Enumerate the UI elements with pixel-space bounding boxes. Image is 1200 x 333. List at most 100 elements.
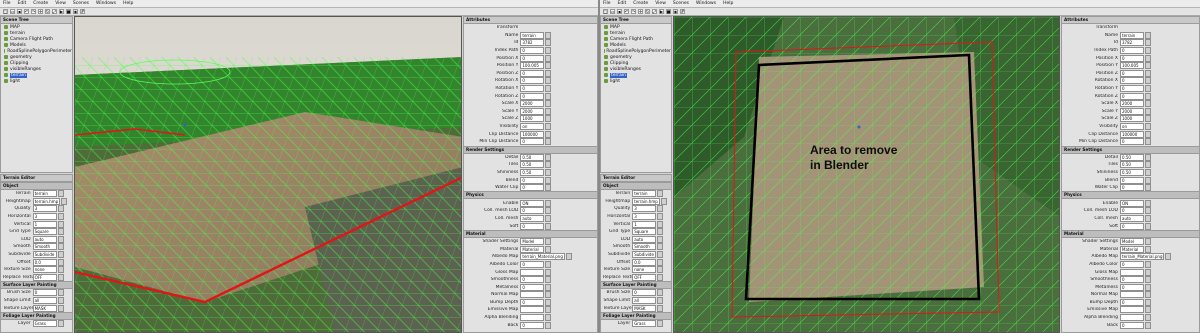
spinner-button[interactable] — [545, 176, 552, 184]
spinner-button[interactable] — [1145, 176, 1151, 184]
spinner-button[interactable] — [545, 238, 552, 246]
property-value-field[interactable]: terrain.hmp — [632, 197, 660, 205]
property-value-field[interactable]: terrain — [32, 190, 57, 198]
property-value-field[interactable]: auto — [632, 235, 657, 243]
grid-toggle-icon[interactable]: # — [80, 9, 85, 14]
spinner-button[interactable] — [545, 153, 552, 161]
spinner-button[interactable] — [57, 320, 64, 328]
rotate-tool-icon[interactable]: ↻ — [645, 9, 650, 14]
spinner-button[interactable] — [57, 213, 64, 221]
property-value-field[interactable]: 0 — [520, 207, 545, 215]
property-value-field[interactable]: 0.0 — [632, 258, 657, 266]
property-value-field[interactable]: 0 — [32, 289, 57, 297]
property-value-field[interactable]: 1 — [32, 220, 57, 228]
spinner-button[interactable] — [657, 320, 664, 328]
property-value-field[interactable]: 0.50 — [520, 153, 545, 161]
property-value-field[interactable]: 2000 — [520, 107, 545, 115]
scene-tree-item[interactable]: light — [601, 78, 671, 84]
property-value-field[interactable] — [1120, 268, 1144, 276]
grid-toggle-icon[interactable]: # — [680, 9, 685, 14]
property-value-field[interactable]: 3 — [632, 205, 657, 213]
tab-transform[interactable]: Transform — [466, 25, 520, 30]
spinner-button[interactable] — [1145, 306, 1151, 314]
spinner-button[interactable] — [545, 321, 552, 329]
open-folder-icon[interactable]: ▭ — [10, 9, 15, 14]
section-header[interactable]: Foliage Layer Painting — [1, 311, 72, 320]
menu-create[interactable]: Create — [633, 1, 648, 6]
camera-tool-icon[interactable]: ◉ — [73, 9, 78, 14]
spinner-button[interactable] — [545, 130, 552, 138]
spinner-button[interactable] — [1145, 321, 1151, 329]
menu-scenes[interactable]: Scenes — [73, 1, 89, 6]
property-value-field[interactable]: Square — [632, 228, 657, 236]
spinner-button[interactable] — [545, 260, 552, 268]
spinner-button[interactable] — [1145, 260, 1151, 268]
spinner-button[interactable] — [545, 47, 552, 55]
play-icon[interactable]: ▶ — [659, 9, 664, 14]
property-value-field[interactable]: 3782 — [520, 39, 545, 47]
property-value-field[interactable] — [520, 291, 545, 299]
spinner-button[interactable] — [57, 235, 64, 243]
property-value-field[interactable]: Subdivide — [32, 251, 57, 259]
scene-tree-item[interactable]: RoadSplinePolygonPerimeter — [1, 48, 72, 54]
property-value-field[interactable]: 0 — [520, 276, 545, 284]
property-value-field[interactable]: 0 — [1120, 176, 1144, 184]
spinner-button[interactable] — [545, 31, 552, 39]
property-value-field[interactable]: 0 — [1120, 184, 1144, 192]
property-value-field[interactable]: 3782 — [1120, 39, 1144, 47]
stop-icon[interactable]: ■ — [66, 9, 71, 14]
spinner-button[interactable] — [1145, 276, 1151, 284]
property-value-field[interactable]: 0 — [1120, 47, 1144, 55]
property-value-field[interactable]: 0.50 — [520, 168, 545, 176]
spinner-button[interactable] — [1145, 153, 1151, 161]
spinner-button[interactable] — [545, 306, 552, 314]
spinner-button[interactable] — [1145, 314, 1151, 322]
section-header[interactable]: Physics — [464, 191, 597, 200]
spinner-button[interactable] — [545, 107, 552, 115]
property-value-field[interactable]: 0.50 — [1120, 153, 1144, 161]
spinner-button[interactable] — [1145, 107, 1151, 115]
spinner-button[interactable] — [545, 39, 552, 47]
spinner-button[interactable] — [1145, 54, 1151, 62]
property-value-field[interactable]: 3 — [32, 205, 57, 213]
property-value-field[interactable]: 100.005 — [520, 62, 545, 70]
property-value-field[interactable]: MASK — [632, 304, 657, 312]
spinner-button[interactable] — [1145, 291, 1151, 299]
spinner-button[interactable] — [1145, 298, 1151, 306]
property-value-field[interactable]: 0 — [520, 283, 545, 291]
spinner-button[interactable] — [657, 304, 664, 312]
spinner-button[interactable] — [1145, 207, 1151, 215]
property-value-field[interactable]: Grass — [632, 320, 657, 328]
property-value-field[interactable]: 0 — [1120, 207, 1144, 215]
spinner-button[interactable] — [545, 184, 552, 192]
property-value-field[interactable]: Smooth — [632, 243, 657, 251]
property-value-field[interactable]: 0 — [520, 85, 545, 93]
property-value-field[interactable] — [520, 306, 545, 314]
property-value-field[interactable]: 0 — [520, 222, 545, 230]
spinner-button[interactable] — [1145, 47, 1151, 55]
menu-windows[interactable]: Windows — [96, 1, 116, 6]
redo-icon[interactable]: ↷ — [31, 9, 36, 14]
move-tool-icon[interactable]: ✛ — [38, 9, 43, 14]
spinner-button[interactable] — [657, 205, 664, 213]
menu-help[interactable]: Help — [123, 1, 133, 6]
property-value-field[interactable]: on — [1120, 123, 1144, 131]
section-header[interactable]: Render Settings — [464, 145, 597, 154]
spinner-button[interactable] — [545, 199, 552, 207]
menu-edit[interactable]: Edit — [618, 1, 627, 6]
property-value-field[interactable]: 1 — [632, 220, 657, 228]
property-value-field[interactable]: 0 — [1120, 77, 1144, 85]
property-value-field[interactable]: 2000 — [1120, 107, 1144, 115]
property-value-field[interactable]: 2000 — [1120, 100, 1144, 108]
spinner-button[interactable] — [1145, 238, 1151, 246]
property-value-field[interactable]: 0 — [1120, 138, 1144, 146]
spinner-button[interactable] — [545, 314, 552, 322]
property-value-field[interactable]: 0 — [1120, 260, 1144, 268]
3d-viewport[interactable] — [74, 16, 462, 333]
redo-icon[interactable]: ↷ — [631, 9, 636, 14]
spinner-button[interactable] — [1145, 115, 1151, 123]
property-value-field[interactable] — [520, 314, 545, 322]
property-value-field[interactable]: 0.50 — [1120, 161, 1144, 169]
spinner-button[interactable] — [1145, 77, 1151, 85]
menu-file[interactable]: File — [603, 1, 611, 6]
